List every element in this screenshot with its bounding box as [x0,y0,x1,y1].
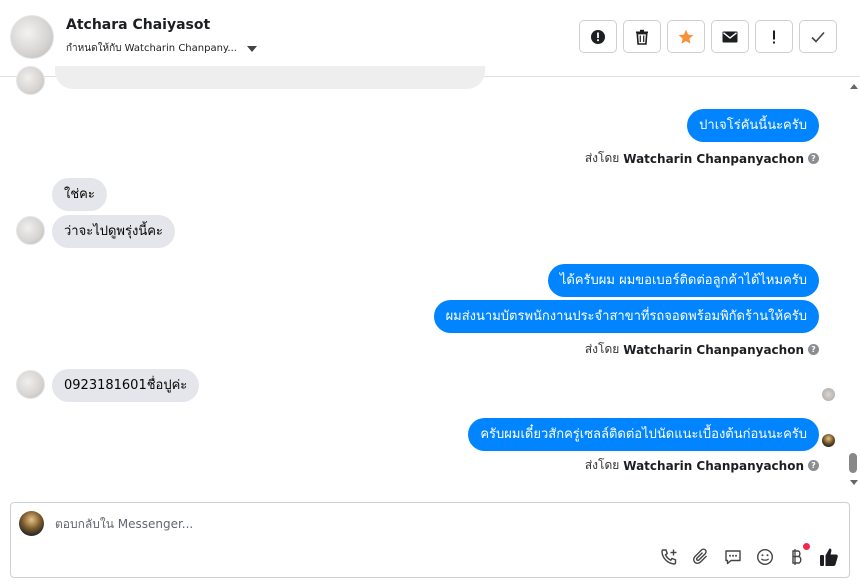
agent-avatar [19,511,44,536]
sent-by-prefix: ส่งโดย [584,458,620,472]
chat-bubble-icon [725,550,741,565]
conversation-actions [579,20,837,53]
trash-icon [636,29,648,45]
reply-input[interactable] [55,513,655,535]
contact-avatar[interactable] [10,15,54,59]
exclamation-icon [773,30,775,43]
emoji-button[interactable] [755,547,775,567]
assigned-label: กำหนดให้กับ Watcharin Chanpany... [66,43,237,54]
delete-button[interactable] [623,20,661,53]
star-icon [678,29,694,44]
follow-up-button[interactable] [755,20,793,53]
message-outgoing: ผมส่งนามบัตรพนักงานประจำสาขาที่รถจอดพร้อ… [433,300,819,333]
payment-button[interactable] [787,543,810,567]
paperclip-icon [693,548,707,564]
contact-avatar-small [16,66,45,95]
help-icon[interactable]: ? [808,344,819,355]
mark-unread-button[interactable] [711,20,749,53]
message-outgoing: ปาเจโร่คันนี้นะครับ [687,109,819,142]
sent-by-prefix: ส่งโดย [584,342,620,356]
help-icon[interactable]: ? [808,153,819,164]
star-button[interactable] [667,20,705,53]
sent-by-name: Watcharin Chanpanyachon [623,342,804,357]
mark-spam-button[interactable] [579,20,617,53]
thumbs-up-icon [820,548,838,566]
chevron-down-icon [246,45,257,52]
agent-read-receipt-avatar [822,434,835,447]
assign-dropdown[interactable]: กำหนดให้กับ Watcharin Chanpany... [66,41,257,56]
sent-by-label: ส่งโดย Watcharin Chanpanyachon ? [585,340,819,359]
composer-toolbar [659,543,839,567]
contact-avatar-small [16,370,45,399]
message-incoming: 0923181601ชื่อปูค่ะ [52,369,200,402]
reply-composer [10,502,850,578]
smiley-icon [756,548,774,566]
sent-by-name: Watcharin Chanpanyachon [623,151,804,166]
contact-avatar-small [16,216,45,245]
image-attachment[interactable] [55,66,485,89]
like-button[interactable] [819,547,839,567]
saved-replies-button[interactable] [723,547,743,567]
message-incoming: ใช่คะ [52,178,107,211]
baht-icon [792,549,802,565]
check-icon [811,31,825,43]
notification-dot [803,543,810,550]
scrollbar-thumb[interactable] [849,453,857,473]
spam-icon [591,29,605,44]
sent-by-prefix: ส่งโดย [584,151,620,165]
contact-name[interactable]: Atchara Chaiyasot [66,17,210,33]
help-icon[interactable]: ? [808,460,819,471]
attach-file-button[interactable] [691,547,711,567]
message-incoming: ว่าจะไปดูพรุ่งนี้คะ [52,215,175,248]
scroll-up-arrow-icon[interactable] [850,84,858,89]
sent-by-label: ส่งโดย Watcharin Chanpanyachon ? [585,456,819,475]
scroll-down-arrow-icon[interactable] [850,480,858,485]
mark-done-button[interactable] [799,20,837,53]
message-outgoing: ครับผมเดี๋ยวสักครู่เซลล์ติดต่อไปนัดแนะเบ… [468,418,819,451]
phone-plus-icon [661,549,677,565]
call-request-button[interactable] [659,547,679,567]
envelope-icon [722,31,738,42]
contact-read-receipt-avatar [822,388,835,401]
sent-by-name: Watcharin Chanpanyachon [623,458,804,473]
message-outgoing: ได้ครับผม ผมขอเบอร์ติดต่อลูกค้าได้ไหมครั… [547,264,819,297]
message-scrollbar[interactable] [847,78,860,492]
sent-by-label: ส่งโดย Watcharin Chanpanyachon ? [585,149,819,168]
